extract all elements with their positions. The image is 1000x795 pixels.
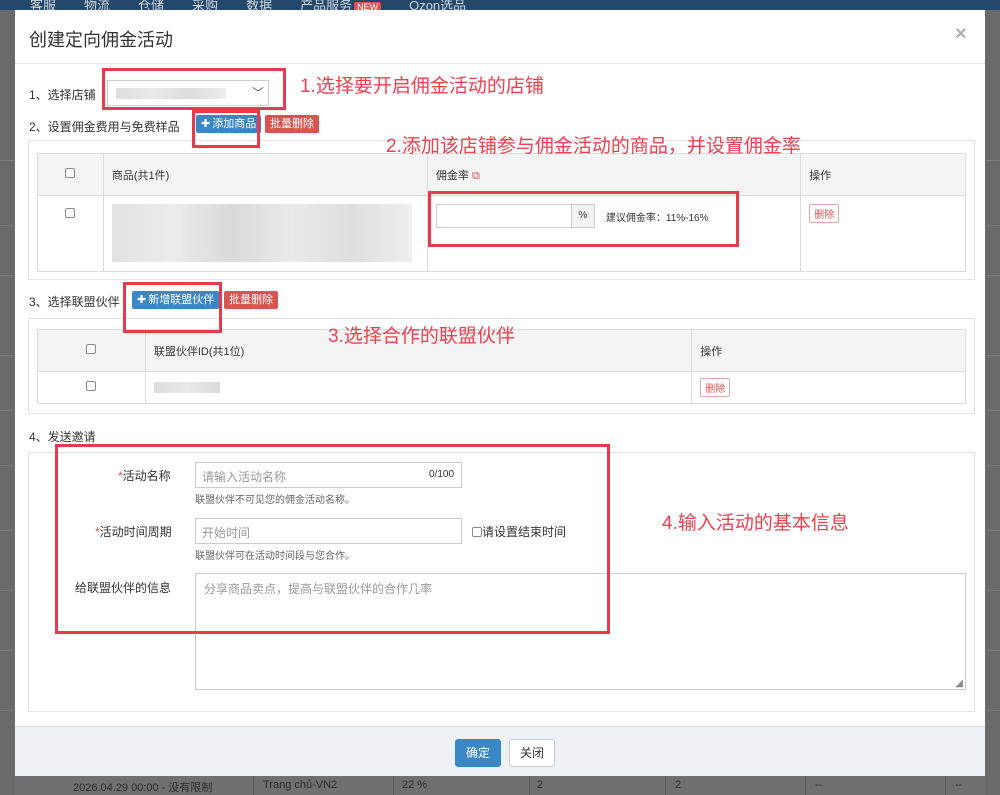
background-left-strip xyxy=(0,10,15,795)
step1-label: 1、选择店铺 xyxy=(29,88,96,102)
app-top-nav: 客服 物流 仓储 采购 数据 产品服务 NEW Ozon选品 xyxy=(0,0,1000,10)
partner-action-cell: 删除 xyxy=(691,371,966,404)
checkbox[interactable] xyxy=(86,344,97,354)
batch-delete-partners-button[interactable]: 批量删除 xyxy=(224,291,278,309)
bg-cell-count-b: 2 xyxy=(675,779,682,791)
close-button[interactable]: 关闭 xyxy=(509,739,555,767)
annotation-box-commission xyxy=(428,191,739,247)
copy-icon[interactable]: ⧉ xyxy=(472,170,480,182)
modal-footer: 确定 关闭 xyxy=(15,726,985,776)
new-badge: NEW xyxy=(354,2,382,10)
product-row-checkbox[interactable] xyxy=(37,195,104,272)
nav-item-warehouse[interactable]: 仓储 xyxy=(138,0,164,10)
app-nav-menu: 客服 物流 仓储 采购 数据 产品服务 NEW Ozon选品 xyxy=(30,0,466,10)
col-partner-action: 操作 xyxy=(691,329,966,372)
background-table-row: 2026.04.29 00:00 - 没有限制 Trang chủ-VN2 22… xyxy=(15,776,985,795)
product-cell xyxy=(102,195,428,272)
delete-product-button[interactable]: 删除 xyxy=(809,204,840,223)
bg-cell-count-a: 2 xyxy=(537,779,544,791)
delete-partner-button[interactable]: 删除 xyxy=(700,378,731,397)
partner-id-blurred xyxy=(153,382,220,393)
nav-item-product-service[interactable]: 产品服务 NEW xyxy=(300,0,382,10)
annotation-step1: 1.选择要开启佣金活动的店铺 xyxy=(300,76,544,97)
annotation-box-add-product xyxy=(192,110,260,148)
bg-cell-shop: Trang chủ-VN2 xyxy=(263,779,338,791)
nav-item-ozon[interactable]: Ozon选品 xyxy=(409,0,466,10)
partner-row-checkbox[interactable] xyxy=(37,371,146,404)
step4-label: 4、发送邀请 xyxy=(29,430,96,444)
step2-label: 2、设置佣金费用与免费样品 xyxy=(29,120,180,134)
nav-item-service[interactable]: 客服 xyxy=(30,0,56,10)
annotation-step4: 4.输入活动的基本信息 xyxy=(662,513,849,534)
checkbox[interactable] xyxy=(86,381,97,391)
step3-label: 3、选择联盟伙伴 xyxy=(29,295,120,309)
product-info-blurred xyxy=(111,204,412,262)
modal-title: 创建定向佣金活动 xyxy=(29,30,173,50)
nav-item-data[interactable]: 数据 xyxy=(246,0,272,10)
close-icon[interactable]: × xyxy=(955,23,967,46)
col-commission-label: 佣金率 xyxy=(435,169,469,182)
bg-cell-rate: 22 % xyxy=(402,779,428,791)
bg-cell-dash-b: -- xyxy=(955,779,963,791)
background-right-strip xyxy=(985,10,1000,795)
col-product: 商品(共1件) xyxy=(102,153,428,196)
annotation-step2: 2.添加该店铺参与佣金活动的商品，并设置佣金率 xyxy=(386,136,801,157)
create-commission-modal: 创建定向佣金活动 × 1、选择店铺 ﹀ 2、设置佣金费用与免费样品 ✚ 添加商品 … xyxy=(15,10,985,776)
checkbox[interactable] xyxy=(65,168,76,178)
batch-delete-products-button[interactable]: 批量删除 xyxy=(265,115,319,133)
col-commission: 佣金率 ⧉ xyxy=(426,153,802,196)
nav-item-logistics[interactable]: 物流 xyxy=(84,0,110,10)
annotation-step3: 3.选择合作的联盟伙伴 xyxy=(328,326,515,347)
select-all-products[interactable] xyxy=(37,153,104,196)
resize-handle-icon[interactable]: ◢ xyxy=(955,678,963,689)
nav-item-purchase[interactable]: 采购 xyxy=(192,0,218,10)
annotation-box-shop xyxy=(102,68,286,110)
nav-item-product-service-label: 产品服务 xyxy=(300,0,353,10)
partner-id-cell xyxy=(144,371,693,404)
annotation-box-add-partner xyxy=(123,282,222,333)
modal-header: 创建定向佣金活动 × xyxy=(15,10,985,64)
checkbox[interactable] xyxy=(65,208,76,218)
select-all-partners[interactable] xyxy=(37,329,146,372)
bg-cell-dash-a: -- xyxy=(815,779,823,791)
bg-cell-period: 2026.04.29 00:00 - 没有限制 xyxy=(73,782,213,794)
confirm-button[interactable]: 确定 xyxy=(455,739,501,767)
product-action-cell: 删除 xyxy=(800,195,966,272)
annotation-box-basic-info xyxy=(55,444,610,634)
col-action: 操作 xyxy=(800,153,966,196)
